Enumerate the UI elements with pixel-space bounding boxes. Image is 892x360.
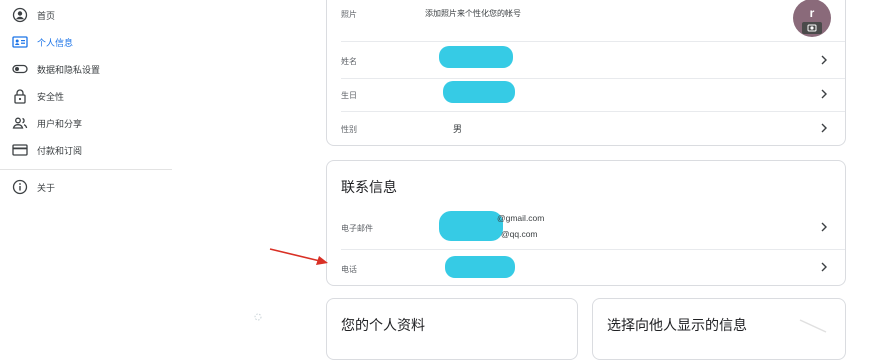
- account-circle-icon: [12, 7, 28, 23]
- toggle-icon: [12, 64, 28, 74]
- chevron-right-icon: [821, 262, 827, 272]
- red-arrow-annotation: [269, 248, 328, 265]
- sidebar-item-home[interactable]: 首页: [0, 2, 172, 28]
- birthday-label: 生日: [341, 91, 357, 100]
- redacted-email: [439, 211, 503, 241]
- birthday-row[interactable]: 生日: [327, 79, 845, 111]
- chevron-right-icon: [821, 222, 827, 232]
- contact-info-card: 联系信息 电子邮件 @gmail.com @qq.com 电话: [326, 160, 846, 286]
- sidebar-item-people-sharing[interactable]: 用户和分享: [0, 110, 172, 136]
- chevron-right-icon: [821, 89, 827, 99]
- lock-icon: [14, 89, 26, 104]
- choose-visible-info-title: 选择向他人显示的信息: [607, 317, 747, 333]
- your-profile-title: 您的个人资料: [341, 317, 425, 333]
- email-row[interactable]: 电子邮件 @gmail.com @qq.com: [327, 205, 845, 249]
- basic-info-card: 照片 添加照片来个性化您的帐号 r 姓名 生日 性别 男: [326, 0, 846, 146]
- name-row[interactable]: 姓名: [327, 42, 845, 78]
- redacted-name: [439, 46, 513, 68]
- sidebar-item-label: 付款和订阅: [37, 145, 83, 156]
- credit-card-icon: [12, 144, 28, 156]
- redacted-phone: [445, 256, 515, 278]
- id-card-icon: [12, 36, 28, 48]
- sidebar-item-security[interactable]: 安全性: [0, 83, 172, 109]
- faint-mark-icon: [254, 313, 262, 321]
- photo-label: 照片: [341, 10, 357, 19]
- sidebar-item-label: 安全性: [37, 91, 65, 102]
- sidebar: 首页 个人信息 数据和隐私设置 安全性 用户和分享 付款和订阅 关于: [0, 0, 172, 334]
- phone-label: 电话: [341, 265, 357, 274]
- avatar-letter: r: [809, 6, 815, 20]
- chevron-right-icon: [821, 55, 827, 65]
- phone-row[interactable]: 电话: [327, 250, 845, 284]
- camera-icon: [802, 22, 822, 34]
- photo-row[interactable]: 照片 添加照片来个性化您的帐号 r: [327, 0, 845, 41]
- sidebar-item-personal-info[interactable]: 个人信息: [0, 29, 172, 55]
- sidebar-item-data-privacy[interactable]: 数据和隐私设置: [0, 56, 172, 82]
- corner-stroke: [799, 319, 827, 333]
- gender-row[interactable]: 性别 男: [327, 112, 845, 144]
- chevron-right-icon: [821, 123, 827, 133]
- gender-label: 性别: [341, 125, 357, 134]
- people-icon: [12, 117, 28, 129]
- email-2-suffix: @qq.com: [501, 229, 538, 239]
- photo-hint: 添加照片来个性化您的帐号: [425, 9, 521, 18]
- avatar[interactable]: r: [793, 0, 831, 37]
- info-icon: [12, 179, 28, 195]
- your-profile-card[interactable]: 您的个人资料: [326, 298, 578, 360]
- redacted-birthday: [443, 81, 515, 103]
- sidebar-item-label: 数据和隐私设置: [37, 64, 101, 75]
- sidebar-divider: [0, 169, 172, 170]
- contact-info-title: 联系信息: [341, 179, 397, 195]
- sidebar-item-payments[interactable]: 付款和订阅: [0, 137, 172, 163]
- gender-value: 男: [453, 124, 463, 134]
- sidebar-item-label: 用户和分享: [37, 118, 83, 129]
- sidebar-item-label: 关于: [37, 182, 56, 193]
- name-label: 姓名: [341, 57, 357, 66]
- sidebar-item-label: 个人信息: [37, 37, 74, 48]
- sidebar-item-about[interactable]: 关于: [0, 174, 172, 200]
- email-label: 电子邮件: [341, 224, 373, 233]
- sidebar-item-label: 首页: [37, 10, 56, 21]
- email-1-suffix: @gmail.com: [497, 213, 545, 223]
